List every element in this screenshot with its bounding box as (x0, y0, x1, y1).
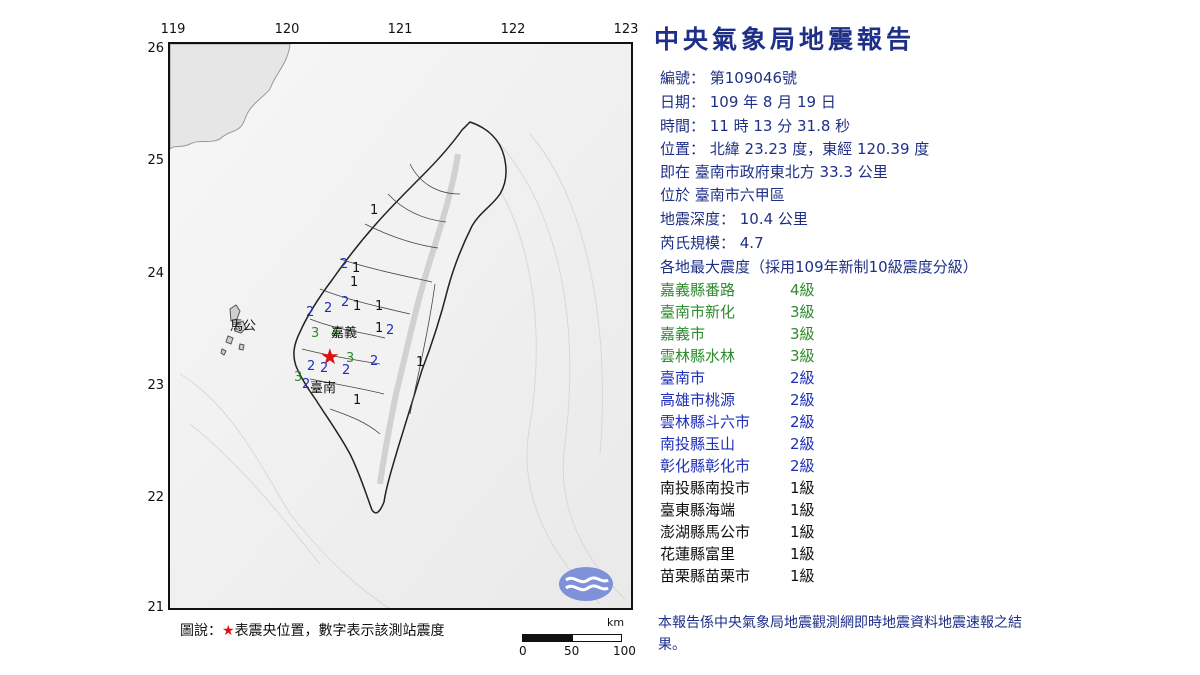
station-row: 彰化縣彰化市 2級 (660, 455, 1040, 477)
report-time: 時間： 11 時 13 分 31.8 秒 (660, 117, 851, 135)
scale-label-0: 0 (519, 644, 527, 658)
station-row: 臺南市 2級 (660, 367, 1040, 389)
intensity-mark: 2 (324, 301, 333, 316)
station-intensity: 2級 (790, 391, 815, 409)
station-intensity: 3級 (790, 325, 815, 343)
earthquake-map[interactable]: 1111111122222222223334 馬公 嘉義 臺南 ★ (168, 42, 633, 610)
cwb-logo-icon (559, 567, 613, 601)
station-name: 雲林縣斗六市 (660, 413, 751, 431)
intensity-mark: 1 (370, 203, 379, 218)
scale-label-50: 50 (564, 644, 580, 658)
intensity-mark: 2 (370, 354, 379, 369)
lon-tick-120: 120 (274, 22, 300, 37)
station-row: 高雄市桃源 2級 (660, 389, 1040, 411)
scale-bar-graphic (522, 634, 622, 642)
lon-tick-119: 119 (160, 22, 186, 37)
place-label-chiayi: 嘉義 (331, 326, 358, 341)
place-label-magong: 馬公 (230, 319, 257, 334)
report-footnote: 本報告係中央氣象局地震觀測網即時地震資料地震速報之結果。 (658, 615, 1022, 653)
intensity-mark: 2 (341, 295, 350, 310)
report-relative-location: 即在 臺南市政府東北方 33.3 公里 (660, 163, 888, 181)
station-row: 雲林縣斗六市 2級 (660, 411, 1040, 433)
station-intensity: 2級 (790, 369, 815, 387)
intensity-mark: 2 (340, 257, 349, 272)
station-name: 嘉義縣番路 (660, 281, 736, 299)
lat-tick-22: 22 (147, 490, 164, 505)
station-row: 南投縣南投市 1級 (660, 477, 1040, 499)
intensity-mark: 1 (350, 275, 359, 290)
report-district: 位於 臺南市六甲區 (660, 186, 785, 204)
station-intensity: 2級 (790, 457, 815, 475)
intensity-mark: 2 (386, 323, 395, 338)
intensity-mark: 1 (353, 393, 362, 408)
intensity-mark: 2 (306, 305, 315, 320)
lon-tick-122: 122 (500, 22, 526, 37)
station-name: 臺東縣海端 (660, 501, 736, 519)
report-date: 日期： 109 年 8 月 19 日 (660, 93, 836, 111)
station-intensity: 2級 (790, 413, 815, 431)
station-intensity: 2級 (790, 435, 815, 453)
lat-tick-26: 26 (147, 41, 164, 56)
station-row: 澎湖縣馬公市 1級 (660, 521, 1040, 543)
station-name: 花蓮縣富里 (660, 545, 736, 563)
intensity-mark: 3 (294, 370, 303, 385)
map-legend: 圖說：★表震央位置，數字表示該測站震度 (180, 620, 445, 640)
station-intensity: 1級 (790, 545, 815, 563)
lat-tick-25: 25 (147, 153, 164, 168)
report-title: 中央氣象局地震報告 (654, 25, 916, 54)
station-row: 臺東縣海端 1級 (660, 499, 1040, 521)
station-name: 雲林縣水林 (660, 347, 736, 365)
report-number: 編號： 第109046號 (660, 69, 798, 87)
lat-tick-23: 23 (147, 378, 164, 393)
epicenter-star-icon: ★ (320, 345, 340, 370)
station-name: 澎湖縣馬公市 (660, 523, 751, 541)
intensity-mark: 1 (375, 299, 384, 314)
legend-text: 表震央位置，數字表示該測站震度 (234, 623, 445, 639)
station-row: 嘉義縣番路 4級 (660, 279, 1040, 301)
station-name: 嘉義市 (660, 325, 706, 343)
station-intensity: 3級 (790, 303, 815, 321)
intensity-mark: 1 (352, 261, 361, 276)
lat-tick-21: 21 (147, 600, 164, 615)
station-row: 苗栗縣苗栗市 1級 (660, 565, 1040, 587)
station-intensity: 4級 (790, 281, 815, 299)
station-intensity: 1級 (790, 501, 815, 519)
intensity-mark: 2 (307, 359, 316, 374)
station-intensity: 3級 (790, 347, 815, 365)
report-depth: 地震深度： 10.4 公里 (660, 210, 808, 228)
station-intensity: 1級 (790, 567, 815, 585)
report-magnitude: 芮氏規模： 4.7 (660, 234, 764, 252)
scale-label-100: 100 (613, 644, 636, 658)
intensity-mark: 3 (346, 351, 355, 366)
station-row: 嘉義市 3級 (660, 323, 1040, 345)
intensity-mark: 3 (311, 326, 320, 341)
legend-star-icon: ★ (222, 623, 235, 639)
station-name: 臺南市 (660, 369, 706, 387)
station-name: 南投縣玉山 (660, 435, 736, 453)
intensity-mark: 1 (375, 321, 384, 336)
station-name: 苗栗縣苗栗市 (660, 567, 751, 585)
lat-tick-24: 24 (147, 266, 164, 281)
station-intensity: 1級 (790, 479, 815, 497)
scale-unit: km (607, 616, 625, 629)
station-row: 臺南市新化 3級 (660, 301, 1040, 323)
station-intensity: 1級 (790, 523, 815, 541)
station-row: 雲林縣水林 3級 (660, 345, 1040, 367)
intensity-header: 各地最大震度（採用109年新制10級震度分級） (660, 258, 978, 276)
place-label-tainan: 臺南 (310, 381, 337, 396)
station-row: 南投縣玉山 2級 (660, 433, 1040, 455)
station-name: 高雄市桃源 (660, 391, 736, 409)
report-position: 位置： 北緯 23.23 度，東經 120.39 度 (660, 140, 930, 158)
station-row: 花蓮縣富里 1級 (660, 543, 1040, 565)
legend-prefix: 圖說： (180, 623, 222, 639)
lon-tick-121: 121 (387, 22, 413, 37)
intensity-mark: 1 (416, 355, 425, 370)
lon-tick-123: 123 (613, 22, 639, 37)
station-name: 南投縣南投市 (660, 479, 751, 497)
report-panel: 中央氣象局地震報告 編號： 第109046號 日期： 109 年 8 月 19 … (650, 20, 1040, 587)
station-name: 彰化縣彰化市 (660, 457, 751, 475)
intensity-mark: 1 (353, 299, 362, 314)
station-name: 臺南市新化 (660, 303, 736, 321)
station-list: 嘉義縣番路 4級 臺南市新化 3級 嘉義市 3級 雲林縣水林 3級 臺南市 2級 高雄市桃源 2級 雲林… (650, 279, 1040, 587)
